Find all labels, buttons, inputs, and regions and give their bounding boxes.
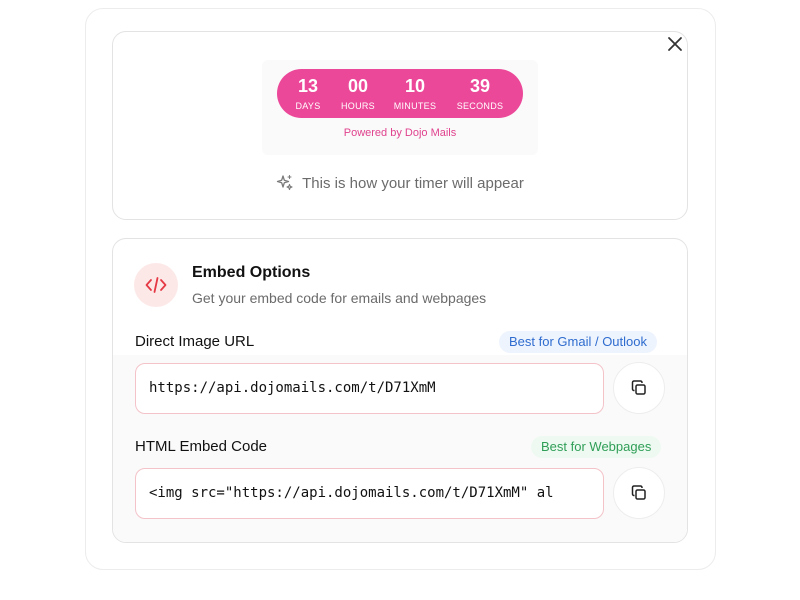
webpages-badge: Best for Webpages [531,436,662,458]
timer-hours-value: 00 [347,76,369,96]
timer-seconds-value: 39 [469,76,491,96]
timer-minutes-value: 10 [404,76,426,96]
direct-url-label: Direct Image URL [135,333,255,350]
embed-subtitle: Get your embed code for emails and webpa… [192,290,487,306]
timer-unit-minutes: 10 MINUTES [385,69,445,111]
timer-unit-hours: 00 HOURS [328,69,388,111]
embed-title: Embed Options [192,264,311,281]
preview-caption-text: This is how your timer will appear [302,174,524,192]
copy-icon [631,485,646,500]
copy-url-button[interactable] [613,362,665,414]
timer-seconds-label: SECONDS [456,101,504,111]
powered-by-label: Powered by Dojo Mails [343,127,457,139]
copy-html-button[interactable] [613,467,665,519]
countdown-timer: 13 DAYS 00 HOURS 10 MINUTES 39 SECONDS [277,69,523,118]
timer-hours-label: HOURS [340,101,375,111]
timer-minutes-label: MINUTES [393,101,437,111]
close-icon [668,37,682,51]
timer-unit-seconds: 39 SECONDS [450,69,510,111]
close-button[interactable] [665,34,685,54]
direct-url-field[interactable]: https://api.dojomails.com/t/D71XmM [135,363,604,414]
code-icon [145,277,167,293]
html-embed-label: HTML Embed Code [135,438,267,455]
preview-caption: This is how your timer will appear [262,172,538,194]
gmail-outlook-badge: Best for Gmail / Outlook [499,331,657,353]
sparkles-icon [276,174,293,191]
embed-icon-badge [134,263,178,307]
copy-icon [631,380,646,395]
html-embed-field[interactable]: <img src="https://api.dojomails.com/t/D7… [135,468,604,519]
